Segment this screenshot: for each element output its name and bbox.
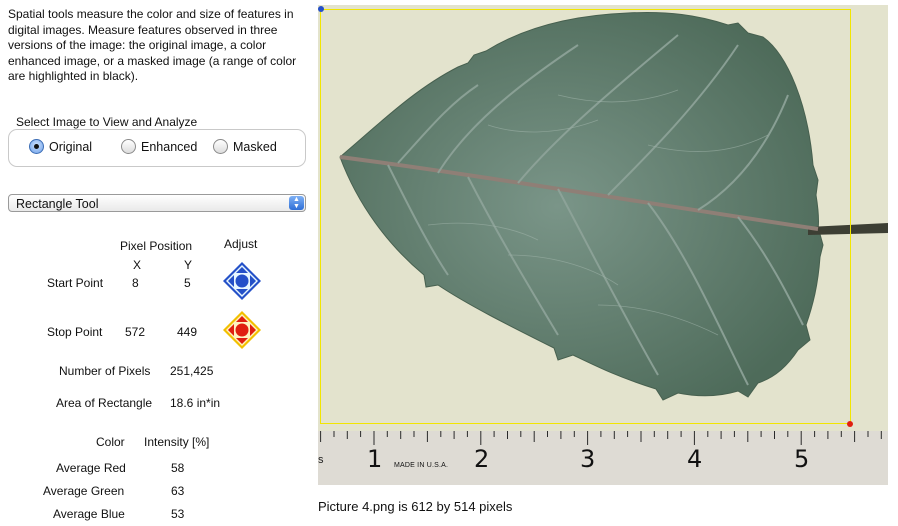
- radio-enhanced[interactable]: Enhanced: [121, 139, 197, 154]
- x-header: X: [133, 258, 142, 272]
- image-select-title: Select Image to View and Analyze: [16, 115, 198, 129]
- ruler-number-3: 3: [580, 445, 596, 473]
- blue-diamond-arrows-icon[interactable]: [222, 261, 262, 301]
- tool-select[interactable]: Rectangle Tool ▲ ▼: [8, 194, 306, 212]
- image-caption: Picture 4.png is 612 by 514 pixels: [318, 499, 513, 514]
- average-red-label: Average Red: [56, 461, 126, 475]
- intensity-header: Intensity [%]: [144, 435, 210, 449]
- stop-x-value: 572: [125, 325, 146, 339]
- start-y-value: 5: [184, 276, 191, 290]
- ruler-number-2: 2: [474, 445, 490, 473]
- ruler-number-1: 1: [367, 445, 383, 473]
- y-header: Y: [184, 258, 193, 272]
- ruler-number-5: 5: [794, 445, 810, 473]
- select-arrows-icon[interactable]: ▲ ▼: [289, 196, 304, 210]
- stop-adjust-control[interactable]: [222, 310, 262, 350]
- average-blue-value: 53: [171, 507, 185, 521]
- average-green-value: 63: [171, 484, 185, 498]
- adjust-header: Adjust: [224, 237, 258, 251]
- start-point-label: Start Point: [47, 276, 104, 290]
- color-header: Color: [96, 435, 125, 449]
- ruler-strip: s 1 MADE IN U.S.A. 2 3 4 5: [318, 431, 888, 485]
- start-marker[interactable]: [318, 6, 324, 12]
- red-diamond-arrows-icon[interactable]: [222, 310, 262, 350]
- radio-enhanced-indicator[interactable]: [121, 139, 136, 154]
- radio-enhanced-label: Enhanced: [141, 139, 198, 154]
- start-x-value: 8: [132, 276, 139, 290]
- area-label: Area of Rectangle: [56, 396, 153, 410]
- image-canvas[interactable]: [318, 5, 888, 431]
- tool-select-value: Rectangle Tool: [16, 197, 99, 211]
- average-blue-label: Average Blue: [53, 507, 125, 521]
- radio-masked-indicator[interactable]: [213, 139, 228, 154]
- area-value: 18.6 in*in: [170, 396, 221, 410]
- radio-masked-label: Masked: [233, 139, 277, 154]
- ruler-made-in: MADE IN U.S.A.: [394, 462, 449, 469]
- start-adjust-control[interactable]: [222, 261, 262, 301]
- image-select-group: Original Enhanced Masked: [8, 129, 306, 167]
- stop-point-label: Stop Point: [47, 325, 103, 339]
- svg-text:s: s: [318, 454, 324, 466]
- stop-y-value: 449: [177, 325, 198, 339]
- average-red-value: 58: [171, 461, 185, 475]
- number-of-pixels-value: 251,425: [170, 364, 214, 378]
- stop-marker[interactable]: [847, 421, 853, 427]
- ruler-number-4: 4: [687, 445, 703, 473]
- radio-masked[interactable]: Masked: [213, 139, 277, 154]
- radio-original[interactable]: Original: [29, 139, 92, 154]
- leaf-image: [318, 5, 888, 431]
- description-text: Spatial tools measure the color and size…: [8, 7, 297, 83]
- number-of-pixels-label: Number of Pixels: [59, 364, 151, 378]
- average-green-label: Average Green: [43, 484, 125, 498]
- pixel-position-header: Pixel Position: [120, 239, 193, 253]
- radio-original-indicator[interactable]: [29, 139, 44, 154]
- radio-original-label: Original: [49, 139, 93, 154]
